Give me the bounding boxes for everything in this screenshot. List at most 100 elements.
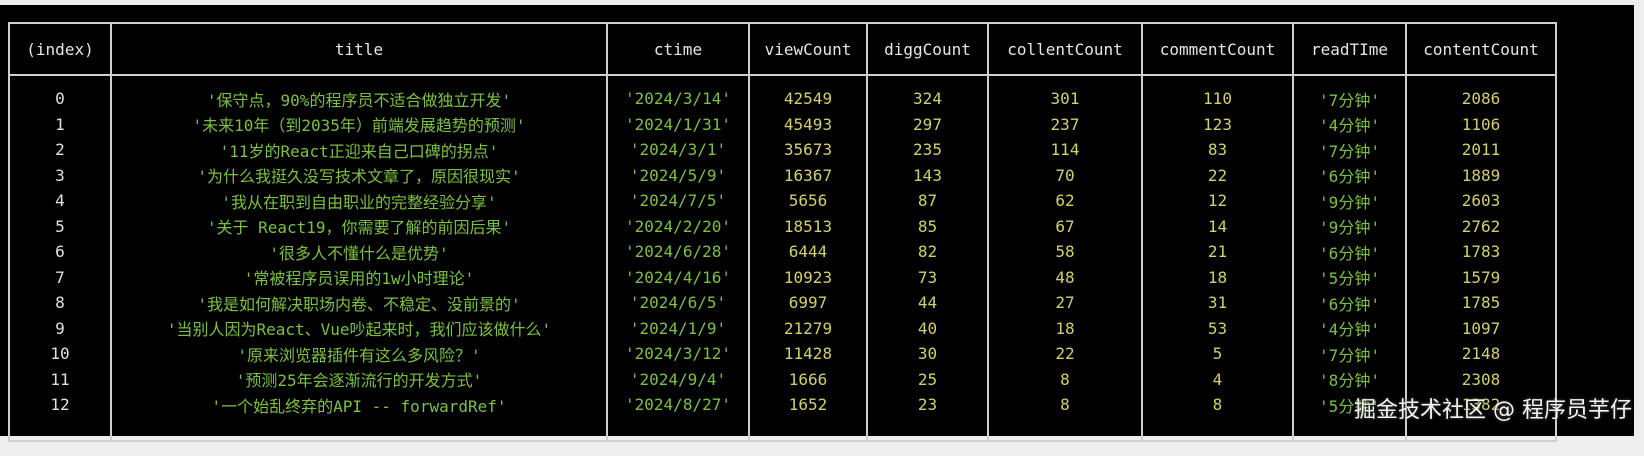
- cell-collentCount: 18: [987, 315, 1143, 341]
- cell-commentCount: 4: [1141, 366, 1294, 392]
- cell-collentCount: 70: [987, 162, 1143, 188]
- cell-collentCount: 62: [987, 188, 1143, 214]
- cell-commentCount: 31: [1141, 290, 1294, 316]
- cell-ctime: '2024/7/5': [606, 188, 750, 214]
- cell-index: 0: [8, 75, 112, 112]
- cell-viewCount: 1652: [748, 392, 868, 441]
- cell-ctime: '2024/3/1': [606, 137, 750, 163]
- column-header: diggCount: [866, 22, 989, 76]
- cell-viewCount: 35673: [748, 137, 868, 163]
- cell-viewCount: 11428: [748, 341, 868, 367]
- cell-contentCount: 1579: [1405, 264, 1557, 290]
- cell-title: '很多人不懂什么是优势': [110, 239, 608, 265]
- cell-commentCount: 123: [1141, 111, 1294, 137]
- cell-viewCount: 16367: [748, 162, 868, 188]
- cell-ctime: '2024/6/28': [606, 239, 750, 265]
- cell-commentCount: 110: [1141, 75, 1294, 112]
- cell-title: '保守点，90%的程序员不适合做独立开发': [110, 75, 608, 112]
- cell-readTIme: '9分钟': [1292, 213, 1407, 239]
- cell-collentCount: 301: [987, 75, 1143, 112]
- cell-commentCount: 18: [1141, 264, 1294, 290]
- cell-commentCount: 14: [1141, 213, 1294, 239]
- terminal-output: (index) title ctime viewCount diggCount colle…: [0, 5, 1634, 442]
- cell-collentCount: 8: [987, 392, 1143, 441]
- cell-collentCount: 8: [987, 366, 1143, 392]
- cell-commentCount: 5: [1141, 341, 1294, 367]
- cell-diggCount: 30: [866, 341, 989, 367]
- cell-diggCount: 297: [866, 111, 989, 137]
- cell-contentCount: 2603: [1405, 188, 1557, 214]
- cell-ctime: '2024/6/5': [606, 290, 750, 316]
- cell-commentCount: 83: [1141, 137, 1294, 163]
- cell-index: 4: [8, 188, 112, 214]
- cell-title: '关于 React19，你需要了解的前因后果': [110, 213, 608, 239]
- cell-diggCount: 324: [866, 75, 989, 112]
- cell-index: 3: [8, 162, 112, 188]
- table-row: 10 '原来浏览器插件有这么多风险？' '2024/3/12' 11428 30 22 5 '…: [8, 341, 1557, 367]
- table-row: 7 '常被程序员误用的1w小时理论' '2024/4/16' 10923 73 48 18 '…: [8, 264, 1557, 290]
- column-header: contentCount: [1405, 22, 1557, 76]
- table-row: 12 '一个始乱终弃的API -- forwardRef' '2024/8/27' 1…: [8, 392, 1557, 441]
- cell-collentCount: 58: [987, 239, 1143, 265]
- cell-contentCount: 2011: [1405, 137, 1557, 163]
- cell-viewCount: 6444: [748, 239, 868, 265]
- cell-title: '我从在职到自由职业的完整经验分享': [110, 188, 608, 214]
- table-row: 8 '我是如何解决职场内卷、不稳定、没前景的' '2024/6/5' 6997 44 27…: [8, 290, 1557, 316]
- cell-diggCount: 73: [866, 264, 989, 290]
- table-row: 11 '预测25年会逐渐流行的开发方式' '2024/9/4' 1666 25 8 4'8分…: [8, 366, 1557, 392]
- cell-index: 12: [8, 392, 112, 441]
- cell-readTIme: '6分钟': [1292, 239, 1407, 265]
- cell-index: 11: [8, 366, 112, 392]
- cell-readTIme: '8分钟': [1292, 366, 1407, 392]
- column-header: commentCount: [1141, 22, 1294, 76]
- cell-title: '为什么我挺久没写技术文章了，原因很现实': [110, 162, 608, 188]
- cell-ctime: '2024/1/9': [606, 315, 750, 341]
- cell-contentCount: 1106: [1405, 111, 1557, 137]
- cell-readTIme: '5分钟': [1292, 264, 1407, 290]
- cell-title: '11岁的React正迎来自己口碑的拐点': [110, 137, 608, 163]
- cell-index: 6: [8, 239, 112, 265]
- cell-diggCount: 25: [866, 366, 989, 392]
- cell-diggCount: 44: [866, 290, 989, 316]
- cell-index: 9: [8, 315, 112, 341]
- cell-collentCount: 237: [987, 111, 1143, 137]
- table-row: 5 '关于 React19，你需要了解的前因后果' '2024/2/20' 18513…: [8, 213, 1557, 239]
- cell-collentCount: 22: [987, 341, 1143, 367]
- column-header: collentCount: [987, 22, 1143, 76]
- cell-title: '原来浏览器插件有这么多风险？': [110, 341, 608, 367]
- console-table: (index) title ctime viewCount diggCount colle…: [8, 22, 1557, 442]
- cell-diggCount: 235: [866, 137, 989, 163]
- cell-ctime: '2024/3/12': [606, 341, 750, 367]
- cell-diggCount: 85: [866, 213, 989, 239]
- cell-ctime: '2024/2/20': [606, 213, 750, 239]
- cell-collentCount: 27: [987, 290, 1143, 316]
- cell-viewCount: 10923: [748, 264, 868, 290]
- cell-viewCount: 45493: [748, 111, 868, 137]
- column-header: viewCount: [748, 22, 868, 76]
- cell-title: '未来10年（到2035年）前端发展趋势的预测': [110, 111, 608, 137]
- cell-viewCount: 1666: [748, 366, 868, 392]
- cell-index: 5: [8, 213, 112, 239]
- cell-readTIme: '7分钟': [1292, 341, 1407, 367]
- cell-viewCount: 42549: [748, 75, 868, 112]
- cell-collentCount: 114: [987, 137, 1143, 163]
- cell-commentCount: 8: [1141, 392, 1294, 441]
- column-header: readTIme: [1292, 22, 1407, 76]
- cell-title: '常被程序员误用的1w小时理论': [110, 264, 608, 290]
- cell-collentCount: 67: [987, 213, 1143, 239]
- table-header: (index) title ctime viewCount diggCount colle…: [8, 22, 1557, 76]
- cell-readTIme: '4分钟': [1292, 315, 1407, 341]
- cell-readTIme: '6分钟': [1292, 290, 1407, 316]
- cell-index: 1: [8, 111, 112, 137]
- cell-diggCount: 143: [866, 162, 989, 188]
- cell-title: '当别人因为React、Vue吵起来时，我们应该做什么': [110, 315, 608, 341]
- cell-index: 10: [8, 341, 112, 367]
- cell-commentCount: 21: [1141, 239, 1294, 265]
- cell-readTIme: '9分钟': [1292, 188, 1407, 214]
- cell-title: '预测25年会逐渐流行的开发方式': [110, 366, 608, 392]
- cell-index: 8: [8, 290, 112, 316]
- cell-contentCount: 1889: [1405, 162, 1557, 188]
- table-row: 2'11岁的React正迎来自己口碑的拐点' '2024/3/1' 35673 235…: [8, 137, 1557, 163]
- column-header: ctime: [606, 22, 750, 76]
- cell-diggCount: 40: [866, 315, 989, 341]
